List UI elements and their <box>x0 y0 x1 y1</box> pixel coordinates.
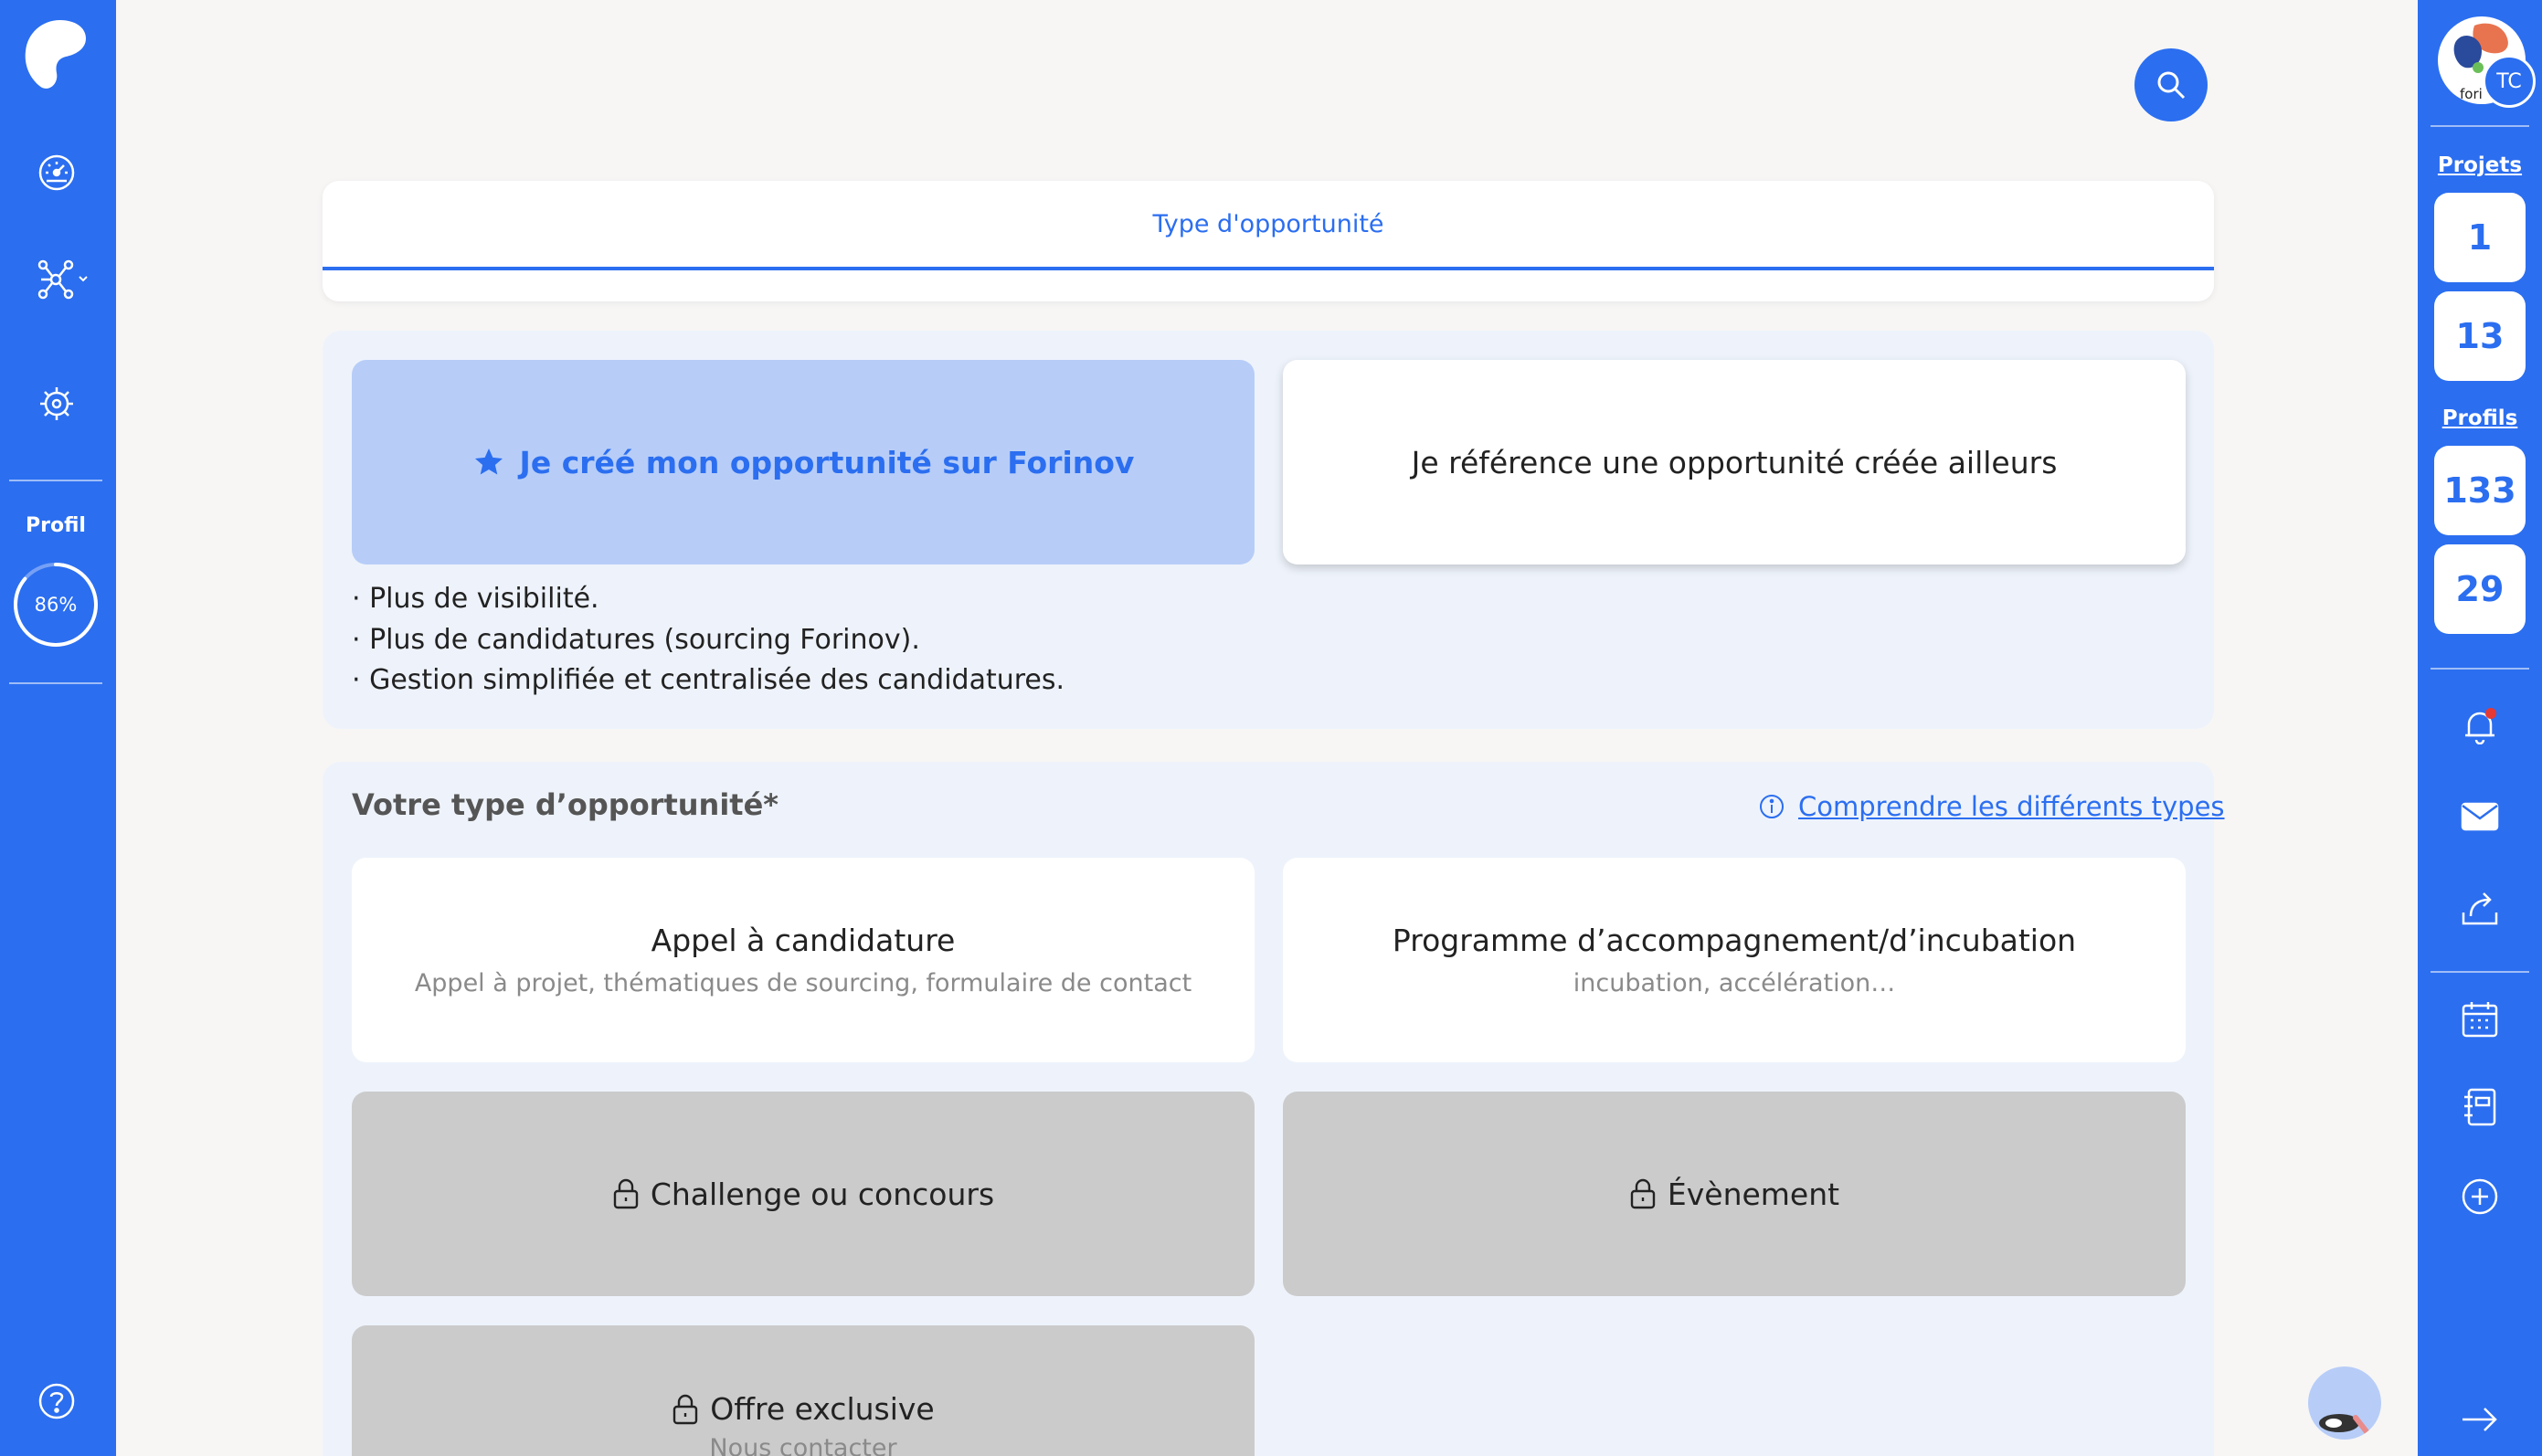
notebook-icon[interactable] <box>2456 1083 2504 1131</box>
type-card-title: Offre exclusive <box>710 1391 935 1427</box>
type-card-challenge[interactable]: Challenge ou concours <box>352 1092 1255 1296</box>
organization-avatar-brand: fori <box>2460 86 2483 102</box>
sidebar-divider <box>2431 125 2529 127</box>
user-initials-avatar[interactable]: TC <box>2483 55 2536 108</box>
projects-count-2[interactable]: 13 <box>2434 291 2526 381</box>
profile-progress-text: 86% <box>34 594 78 616</box>
types-help-link[interactable]: Comprendre les différents types <box>1758 791 2225 822</box>
type-card-subtitle: incubation, accélération… <box>1573 969 1896 997</box>
profiles-count-2[interactable]: 29 <box>2434 544 2526 634</box>
search-icon <box>2157 71 2186 100</box>
left-sidebar: Profil 86% <box>0 0 116 1456</box>
option-reference-external-label: Je référence une opportunité créée aille… <box>1411 444 2058 480</box>
profiles-link[interactable]: Profils <box>2418 406 2542 430</box>
types-help-link-label: Comprendre les différents types <box>1798 791 2225 822</box>
help-question-icon[interactable] <box>33 1377 80 1425</box>
sidebar-divider <box>2431 668 2529 670</box>
type-card-subtitle: Nous contacter <box>709 1434 897 1456</box>
type-card-call-for-applications[interactable]: Appel à candidature Appel à projet, thém… <box>352 858 1255 1062</box>
type-card-subtitle: Appel à projet, thématiques de sourcing,… <box>414 969 1192 997</box>
type-card-exclusive-offer[interactable]: Offre exclusive Nous contacter <box>352 1325 1255 1456</box>
benefit-item: · Gestion simplifiée et centralisée des … <box>352 664 1065 696</box>
lock-icon <box>1630 1178 1656 1209</box>
profile-label: Profil <box>26 514 86 537</box>
projects-link[interactable]: Projets <box>2418 153 2542 177</box>
network-icon[interactable] <box>33 256 97 303</box>
add-circle-icon[interactable] <box>2456 1173 2504 1220</box>
type-card-event[interactable]: Évènement <box>1283 1092 2186 1296</box>
type-card-title: Appel à candidature <box>651 923 956 958</box>
type-card-title: Programme d’accompagnement/d’incubation <box>1392 923 2077 958</box>
gear-network-icon[interactable] <box>33 380 80 427</box>
benefit-item: · Plus de visibilité. <box>352 583 599 615</box>
option-create-on-forinov-label: Je créé mon opportunité sur Forinov <box>519 444 1135 480</box>
profiles-count-1[interactable]: 133 <box>2434 446 2526 535</box>
sidebar-divider <box>9 480 102 481</box>
chat-assistant-button[interactable] <box>2308 1366 2381 1440</box>
search-button[interactable] <box>2134 48 2208 121</box>
sidebar-divider <box>9 682 102 684</box>
projects-count-1[interactable]: 1 <box>2434 193 2526 282</box>
dashboard-gauge-icon[interactable] <box>33 149 80 196</box>
mail-icon[interactable] <box>2456 793 2504 840</box>
tab-opportunity-type[interactable]: Type d'opportunité <box>323 181 2214 270</box>
notifications-bell-icon[interactable] <box>2456 702 2504 749</box>
type-card-title: Évènement <box>1667 1176 1840 1212</box>
type-card-title: Challenge ou concours <box>650 1176 995 1212</box>
type-card-incubation-program[interactable]: Programme d’accompagnement/d’incubation … <box>1283 858 2186 1062</box>
share-export-icon[interactable] <box>2456 884 2504 932</box>
option-reference-external-button[interactable]: Je référence une opportunité créée aille… <box>1283 360 2186 564</box>
opportunity-type-title: Votre type d’opportunité* <box>352 787 779 822</box>
forinov-logo-icon[interactable] <box>22 16 88 90</box>
star-icon <box>474 448 503 475</box>
lock-icon <box>613 1178 639 1209</box>
lock-icon <box>673 1394 698 1424</box>
sidebar-divider <box>2431 971 2529 973</box>
calendar-icon[interactable] <box>2456 996 2504 1043</box>
tabs-card: Type d'opportunité <box>323 181 2214 301</box>
benefit-item: · Plus de candidatures (sourcing Forinov… <box>352 624 920 656</box>
chat-avatar-icon <box>2319 1414 2371 1437</box>
collapse-sidebar-arrow-icon[interactable] <box>2456 1396 2504 1443</box>
info-icon <box>1760 795 1784 818</box>
option-create-on-forinov-button[interactable]: Je créé mon opportunité sur Forinov <box>352 360 1255 564</box>
